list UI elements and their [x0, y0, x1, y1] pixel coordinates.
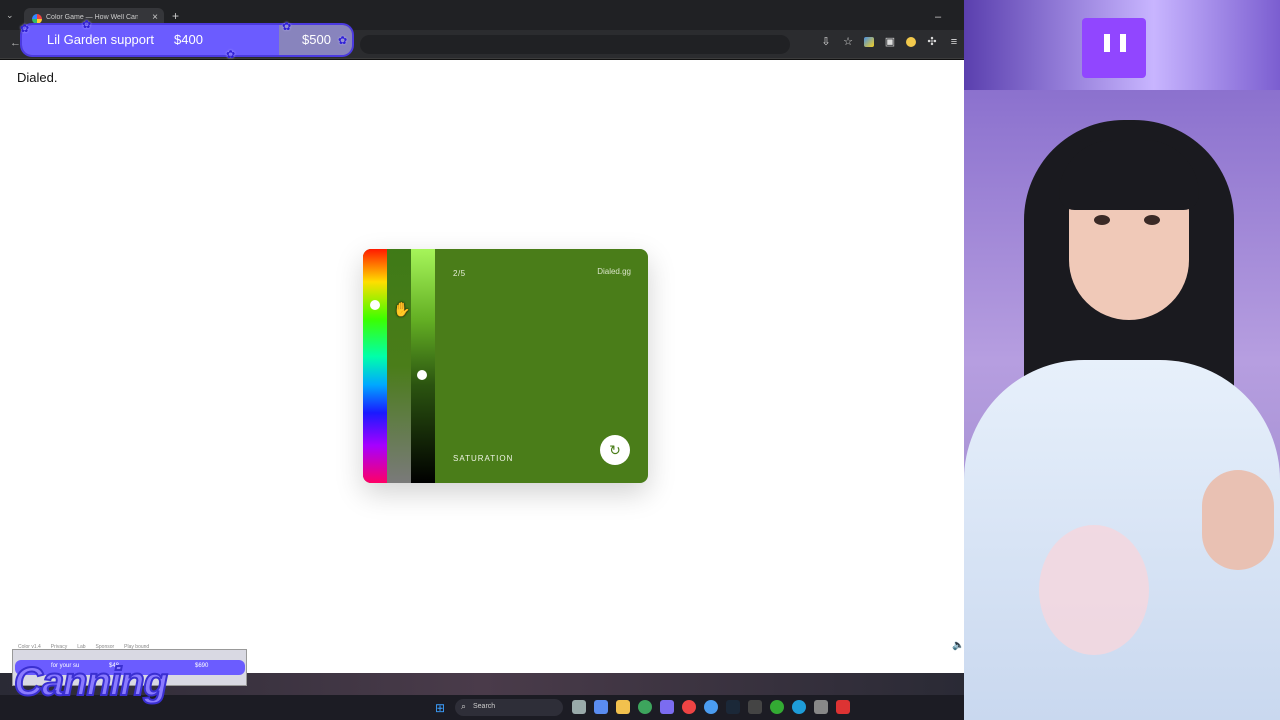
- person-bangs: [1059, 140, 1199, 210]
- screen: ⌄ Color Game — How Well Can You × + – ← …: [0, 0, 1280, 720]
- chrome-icon[interactable]: [704, 700, 718, 714]
- saturation-slider[interactable]: [387, 249, 411, 483]
- obs-icon[interactable]: [748, 700, 762, 714]
- back-button[interactable]: ←: [10, 37, 21, 49]
- flower-icon: ✿: [82, 19, 92, 31]
- mini-goal-target: $690: [195, 663, 209, 669]
- taskview-app-icon[interactable]: [572, 700, 586, 714]
- streamer-logo: Canning: [13, 659, 169, 705]
- discord-icon[interactable]: [660, 700, 674, 714]
- app-icon[interactable]: [594, 700, 608, 714]
- flower-icon: ✿: [20, 23, 30, 35]
- menu-icon[interactable]: ≡: [948, 36, 960, 48]
- star-icon[interactable]: ☆: [842, 36, 854, 48]
- address-bar[interactable]: [360, 35, 790, 54]
- site-name: Dialed.gg: [597, 267, 631, 276]
- hand-cursor-icon: ✋: [393, 301, 411, 317]
- donation-goal-bar: Lil Garden support $400 $500: [22, 25, 352, 55]
- person-eye: [1144, 215, 1160, 225]
- hue-slider[interactable]: [363, 249, 387, 483]
- volume-icon[interactable]: 🔈: [952, 640, 964, 651]
- goal-current-amount: $400: [174, 32, 203, 47]
- person-hand: [1202, 470, 1274, 570]
- install-icon[interactable]: ⇩: [820, 36, 832, 48]
- chrome-icon[interactable]: [638, 700, 652, 714]
- app-icon[interactable]: [814, 700, 828, 714]
- tab-favicon-icon: [32, 14, 42, 24]
- window-minimize-button[interactable]: –: [935, 11, 941, 23]
- person-eye: [1094, 215, 1110, 225]
- puzzle-icon[interactable]: ✣: [926, 36, 938, 48]
- extension-icon[interactable]: [864, 37, 874, 47]
- hue-slider-handle[interactable]: [370, 300, 380, 310]
- webcam-feed: [964, 0, 1280, 720]
- app-icon[interactable]: [836, 700, 850, 714]
- new-tab-button[interactable]: +: [172, 10, 179, 22]
- lightness-slider[interactable]: [411, 249, 435, 483]
- tab-title: Color Game — How Well Can You: [46, 14, 138, 21]
- lightness-slider-handle[interactable]: [417, 370, 427, 380]
- toolbar-icons: ⇩ ☆ ▣ ✣ ≡: [820, 36, 960, 48]
- taskbar-apps: [572, 700, 850, 714]
- twitch-logo-eye: [1104, 34, 1110, 52]
- search-placeholder: Search: [473, 703, 496, 710]
- submit-guess-button[interactable]: ↻: [600, 435, 630, 465]
- windows-start-icon[interactable]: ⊞: [435, 701, 445, 715]
- extension-icon[interactable]: [906, 37, 916, 47]
- edge-icon[interactable]: [792, 700, 806, 714]
- twitch-logo-eye: [1120, 34, 1126, 52]
- goal-target-amount: $500: [302, 32, 331, 47]
- goal-label: Lil Garden support: [47, 32, 154, 47]
- search-icon: ⌕: [461, 701, 467, 711]
- flower-icon: ✿: [338, 35, 348, 47]
- chrome-icon[interactable]: [682, 700, 696, 714]
- color-game-card: ✋ 2/5 Dialed.gg SATURATION ↻: [363, 249, 648, 483]
- file-explorer-icon[interactable]: [616, 700, 630, 714]
- app-icon[interactable]: [770, 700, 784, 714]
- bear-print: [1039, 525, 1149, 655]
- twitch-logo-icon: [1082, 18, 1146, 78]
- flower-icon: ✿: [282, 21, 292, 33]
- round-counter: 2/5: [453, 269, 466, 278]
- tab-close-icon[interactable]: ×: [152, 12, 158, 23]
- slider-step-label: SATURATION: [453, 454, 514, 463]
- taskbar-search-input[interactable]: ⌕ Search: [455, 699, 563, 716]
- tab-search-menu-icon[interactable]: ⌄: [6, 10, 14, 21]
- extension-icon[interactable]: ▣: [884, 36, 896, 48]
- site-logo[interactable]: Dialed.: [17, 70, 57, 85]
- steam-icon[interactable]: [726, 700, 740, 714]
- page-content: Dialed. ✋ 2/5 Dialed.gg SATURATION ↻ Col…: [0, 60, 964, 673]
